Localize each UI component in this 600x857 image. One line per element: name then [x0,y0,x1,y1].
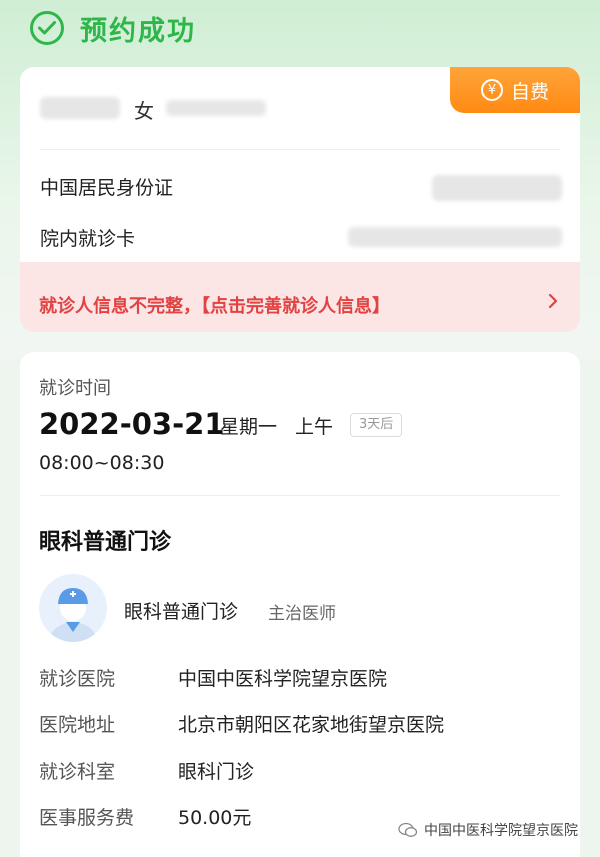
patient-birth-redacted [166,100,266,116]
divider [40,149,560,150]
doctor-name: 眼科普通门诊 [124,601,239,623]
hospital-card-label: 院内就诊卡 [40,228,136,250]
yen-icon: ¥ [480,79,503,101]
info-label-department: 就诊科室 [39,761,116,783]
divider [40,495,560,496]
visit-time-label: 就诊时间 [39,378,111,399]
visit-period: 上午 [295,416,334,438]
visit-time-range: 08:00~08:30 [39,452,165,474]
hospital-card-redacted [348,227,562,247]
patient-name-redacted [40,97,120,119]
incomplete-info-text: 就诊人信息不完整，【点击完善就诊人信息】 [39,296,390,317]
info-value-address: 北京市朝阳区花家地街望京医院 [178,714,445,736]
info-label-address: 医院地址 [39,714,116,736]
payment-type-badge: ¥ 自费 [450,67,580,113]
info-value-fee: 50.00元 [178,807,252,829]
visit-weekday: 星期一 [220,416,278,438]
page-title: 预约成功 [80,15,196,47]
check-circle-icon [30,11,64,45]
days-until-badge: 3天后 [350,413,403,437]
id-number-redacted [432,175,562,201]
doctor-title: 主治医师 [268,604,336,624]
department-title: 眼科普通门诊 [39,530,172,555]
doctor-avatar [39,574,107,642]
success-header: 预约成功 [30,8,196,48]
id-type-label: 中国居民身份证 [40,177,174,199]
patient-card: ¥ 自费 女 中国居民身份证 院内就诊卡 [20,67,580,275]
info-label-fee: 医事服务费 [39,807,135,829]
visit-date: 2022-03-21 [39,407,225,441]
wechat-icon [398,822,418,837]
badge-label: 自费 [510,80,549,103]
patient-gender: 女 [134,99,154,123]
info-label-hospital: 就诊医院 [39,668,116,690]
watermark-text: 中国中医科学院望京医院 [424,823,578,839]
appointment-card: 就诊时间 2022-03-21 星期一 上午 3天后 08:00~08:30 眼… [20,352,580,857]
incomplete-info-banner[interactable]: 就诊人信息不完整，【点击完善就诊人信息】 [20,262,580,332]
chevron-right-icon [548,293,558,309]
watermark: 中国中医科学院望京医院 [398,820,578,840]
info-value-hospital: 中国中医科学院望京医院 [178,668,388,690]
info-value-department: 眼科门诊 [178,761,255,783]
